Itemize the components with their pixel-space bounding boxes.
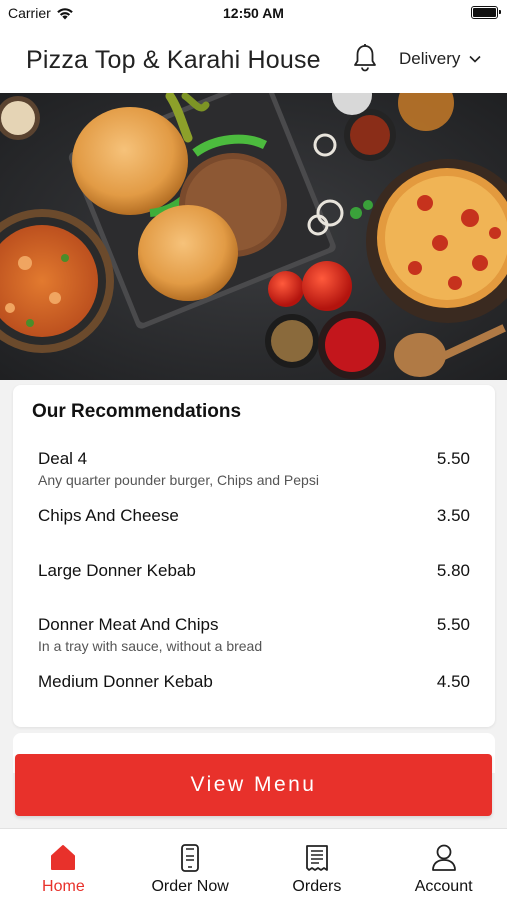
item-name: Deal 4 [38,449,88,468]
tab-label: Home [42,878,85,895]
bell-icon[interactable] [352,43,378,73]
recommendations-title: Our Recommendations [32,401,242,422]
tab-home[interactable]: Home [0,829,127,900]
food-illustration [0,93,507,380]
tab-account[interactable]: Account [380,829,507,900]
app-header: Pizza Top & Karahi House Delivery [0,26,507,93]
receipt-icon [305,845,328,871]
item-description: In a tray with sauce, without a bread [38,638,263,654]
hero-food-image [0,93,507,380]
person-icon [431,844,456,871]
item-price: 5.50 [436,449,470,468]
recommendation-item[interactable]: Large Donner Kebab 5.80 [38,561,470,581]
item-name: Medium Donner Kebab [38,672,213,691]
recommendations-card: Our Recommendations Deal 4 Any quarter p… [13,385,495,727]
item-price: 5.50 [436,615,470,634]
phone-order-icon [181,844,200,872]
view-menu-button[interactable]: View Menu [15,754,492,816]
item-name: Large Donner Kebab [38,561,196,580]
bottom-tab-bar: Home Order Now Orders Account [0,828,507,900]
restaurant-name: Pizza Top & Karahi House [26,46,321,74]
clock: 12:50 AM [223,5,284,21]
tab-label: Order Now [151,878,229,895]
recommendation-item[interactable]: Donner Meat And Chips In a tray with sau… [38,615,470,654]
tab-order-now[interactable]: Order Now [127,829,254,900]
order-type-label: Delivery [399,49,461,68]
battery-icon [471,6,501,19]
home-icon [51,845,76,870]
item-price: 4.50 [436,672,470,691]
recommendation-item[interactable]: Medium Donner Kebab 4.50 [38,672,470,692]
item-description: Any quarter pounder burger, Chips and Pe… [38,472,319,488]
tab-label: Account [414,878,473,895]
order-type-dropdown[interactable]: Delivery [399,49,481,69]
item-price: 5.80 [436,561,470,580]
chevron-down-icon [469,55,481,63]
tab-label: Orders [292,878,342,895]
recommendation-item[interactable]: Chips And Cheese 3.50 [38,506,470,526]
item-name: Chips And Cheese [38,506,179,525]
item-price: 3.50 [436,506,470,525]
status-bar: Carrier 12:50 AM [0,0,507,26]
tab-orders[interactable]: Orders [254,829,381,900]
recommendation-item[interactable]: Deal 4 Any quarter pounder burger, Chips… [38,449,470,488]
item-name: Donner Meat And Chips [38,615,219,634]
